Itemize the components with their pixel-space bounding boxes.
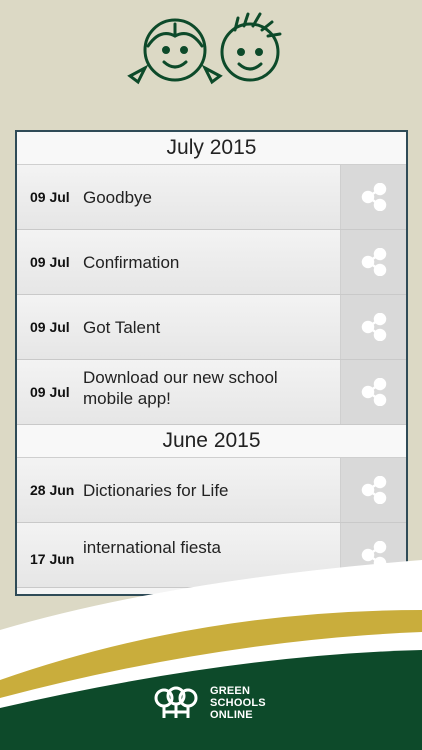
list-item[interactable]: 09 Jul Confirmation xyxy=(17,230,406,295)
news-list-panel: July 2015 09 Jul Goodbye 09 Jul Confirma… xyxy=(15,130,408,596)
item-title: Confirmation xyxy=(83,252,180,272)
share-button[interactable] xyxy=(340,165,406,229)
list-item[interactable]: 28 Jun Dictionaries for Life xyxy=(17,458,406,523)
share-icon xyxy=(361,248,386,276)
section-header-june: June 2015 xyxy=(17,425,406,458)
share-button[interactable] xyxy=(340,458,406,522)
section-header-july: July 2015 xyxy=(17,132,406,165)
footer-wave xyxy=(0,560,422,750)
share-icon xyxy=(361,378,386,406)
share-icon xyxy=(361,183,386,211)
kids-mascot-icon xyxy=(120,8,300,88)
item-date: 09 Jul xyxy=(30,189,70,205)
item-title: Dictionaries for Life xyxy=(83,480,229,500)
item-title: Got Talent xyxy=(83,317,161,337)
section-title: July 2015 xyxy=(166,136,257,159)
item-title: international fiesta xyxy=(83,537,221,557)
green-schools-logo-icon xyxy=(154,686,198,718)
item-title: Download our new school mobile app! xyxy=(83,368,278,408)
share-button[interactable] xyxy=(340,295,406,359)
share-icon xyxy=(361,313,386,341)
share-button[interactable] xyxy=(340,230,406,294)
brand-line: SCHOOLS xyxy=(210,697,266,709)
list-item[interactable]: 09 Jul Download our new school mobile ap… xyxy=(17,360,406,425)
item-date: 09 Jul xyxy=(30,384,70,400)
brand-line: GREEN xyxy=(210,685,251,697)
brand-line: ONLINE xyxy=(210,709,253,721)
share-icon xyxy=(361,476,386,504)
brand-name: GREEN SCHOOLS ONLINE xyxy=(210,685,266,721)
brand-logo: GREEN SCHOOLS ONLINE xyxy=(152,685,266,721)
list-item[interactable]: 09 Jul Got Talent xyxy=(17,295,406,360)
item-title: Goodbye xyxy=(83,187,152,207)
share-button[interactable] xyxy=(340,360,406,424)
section-title: June 2015 xyxy=(162,429,261,452)
item-date: 09 Jul xyxy=(30,254,70,270)
list-item[interactable]: 09 Jul Goodbye xyxy=(17,165,406,230)
item-date: 09 Jul xyxy=(30,319,70,335)
item-date: 28 Jun xyxy=(30,482,75,498)
